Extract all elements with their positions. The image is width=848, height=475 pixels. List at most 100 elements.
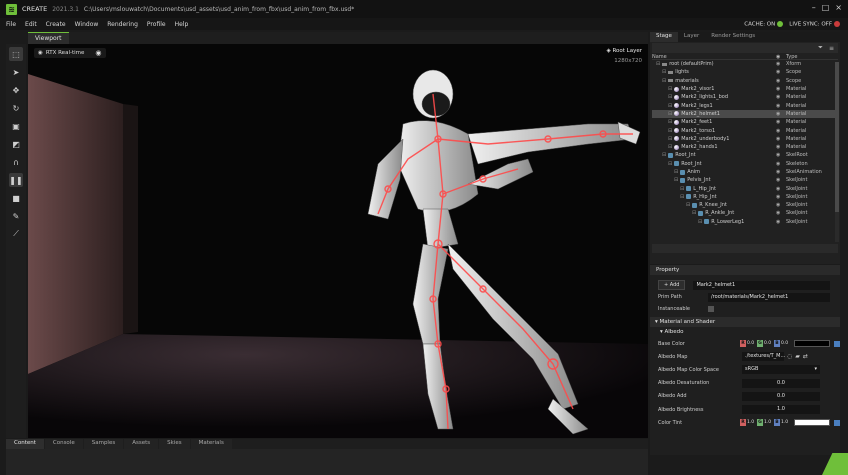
tab-console[interactable]: Console (44, 439, 83, 449)
menu-rendering[interactable]: Rendering (107, 21, 138, 28)
refresh-icon[interactable]: ⇄ (803, 353, 808, 360)
albedo-subsection-header[interactable]: ▾ Albedo (650, 327, 840, 337)
channel-g-value[interactable]: 0.0 (764, 341, 773, 346)
visibility-eye-icon[interactable]: ◉ (776, 161, 786, 167)
instanceable-checkbox[interactable] (708, 306, 714, 312)
expand-icon[interactable]: ⊟ (668, 136, 672, 142)
stage-tree-row[interactable]: ⊟ root (defaultPrim) ◉ Xform (652, 60, 838, 68)
expand-icon[interactable]: ⊟ (680, 194, 684, 200)
expand-icon[interactable]: ⊟ (698, 219, 702, 225)
tab-stage[interactable]: Stage (650, 32, 678, 42)
stage-tree-row[interactable]: ⊟ materials ◉ Scope (652, 77, 838, 85)
stage-tree-row[interactable]: ⊟ Mark2_helmet1 ◉ Material (652, 109, 838, 119)
expand-icon[interactable]: ⊟ (680, 186, 684, 192)
eye-icon[interactable]: ◉ (95, 49, 101, 57)
stage-search-bar[interactable]: ⏷ ≡ (652, 43, 838, 53)
prim-name-field[interactable]: Mark2_helmet1 (693, 280, 830, 290)
color-space-dropdown[interactable]: sRGB ▾ (742, 365, 820, 375)
visibility-eye-icon[interactable]: ◉ (776, 136, 786, 142)
select-mode-icon[interactable]: ⬚ (9, 47, 23, 61)
number-field[interactable]: 0.0 (742, 391, 820, 401)
menu-edit[interactable]: Edit (25, 21, 37, 28)
visibility-eye-icon[interactable]: ◉ (776, 210, 786, 216)
pause-icon[interactable]: ❚❚ (9, 173, 23, 187)
visibility-eye-icon[interactable]: ◉ (776, 128, 786, 134)
visibility-eye-icon[interactable]: ◉ (776, 94, 786, 100)
tab-skies[interactable]: Skies (159, 439, 190, 449)
tab-content[interactable]: Content (6, 439, 44, 449)
stage-tree-row[interactable]: ⊟ Mark2_torso1 ◉ Material (652, 126, 838, 134)
visibility-eye-icon[interactable]: ◉ (776, 202, 786, 208)
expand-icon[interactable]: ⊟ (668, 86, 672, 92)
expand-icon[interactable]: ⊟ (662, 152, 666, 158)
expand-icon[interactable]: ⊟ (686, 202, 690, 208)
move-icon[interactable]: ✥ (9, 83, 23, 97)
color-swatch[interactable] (794, 419, 830, 427)
tab-materials[interactable]: Materials (190, 439, 232, 449)
expand-icon[interactable]: ⊟ (674, 177, 678, 183)
rotate-icon[interactable]: ↻ (9, 101, 23, 115)
menu-window[interactable]: Window (75, 21, 99, 28)
tab-layer[interactable]: Layer (678, 32, 705, 42)
stage-tree-row[interactable]: ⊟ Root_Jnt ◉ SkelRoot (652, 151, 838, 159)
type-column-header[interactable]: Type (786, 54, 797, 60)
cache-status[interactable]: CACHE: ON (744, 20, 784, 27)
channel-g-value[interactable]: 1.0 (764, 420, 773, 425)
visibility-eye-icon[interactable]: ◉ (776, 219, 786, 225)
stage-tree-row[interactable]: ⊟ R_Ankle_Jnt ◉ SkelJoint (652, 209, 838, 217)
expand-icon[interactable]: ⊟ (668, 103, 672, 109)
expand-icon[interactable]: ⊟ (674, 169, 678, 175)
animate-key-icon[interactable] (834, 419, 840, 426)
stage-tree-row[interactable]: ⊟ L_Hip_Jnt ◉ SkelJoint (652, 184, 838, 192)
color-field[interactable]: R 1.0 G 1.0 B 1.0 (740, 419, 840, 427)
tab-render-settings[interactable]: Render Settings (705, 32, 761, 42)
menu-help[interactable]: Help (175, 21, 189, 28)
filter-icon[interactable]: ⏷ (818, 44, 823, 52)
stage-tree-row[interactable]: ⊟ Pelvis_Jnt ◉ SkelJoint (652, 176, 838, 184)
tab-samples[interactable]: Samples (83, 439, 124, 449)
close-icon[interactable]: × (835, 3, 842, 12)
visibility-eye-icon[interactable]: ◉ (776, 78, 786, 84)
stage-tree-row[interactable]: ⊟ Root_Jnt ◉ Skeleton (652, 160, 838, 168)
animate-key-icon[interactable] (834, 340, 840, 347)
livesync-status[interactable]: LIVE SYNC: OFF (789, 20, 840, 27)
color-field[interactable]: R 0.0 G 0.0 B 0.0 (740, 340, 840, 348)
add-button[interactable]: + Add (658, 280, 686, 290)
expand-icon[interactable]: ⊟ (668, 144, 672, 150)
stage-tree-row[interactable]: ⊟ Mark2_underbody1 ◉ Material (652, 135, 838, 143)
stage-tree-row[interactable]: ⊟ Mark2_legs1 ◉ Material (652, 101, 838, 109)
number-field[interactable]: 0.0 (742, 378, 820, 388)
visibility-eye-icon[interactable]: ◉ (776, 152, 786, 158)
maximize-icon[interactable]: □ (822, 3, 830, 12)
color-swatch[interactable] (794, 340, 830, 348)
select-arrow-icon[interactable]: ➤ (9, 65, 23, 79)
menu-profile[interactable]: Profile (147, 21, 166, 28)
number-field[interactable]: 1.0 (742, 405, 820, 415)
expand-icon[interactable]: ⊟ (668, 94, 672, 100)
stage-tree-row[interactable]: ⊟ R_Knee_Jnt ◉ SkelJoint (652, 201, 838, 209)
channel-r-value[interactable]: 0.0 (747, 341, 756, 346)
expand-icon[interactable]: ⊟ (662, 78, 666, 84)
channel-b-value[interactable]: 1.0 (781, 420, 790, 425)
expand-icon[interactable]: ⊟ (668, 128, 672, 134)
root-layer-indicator[interactable]: ◈ Root Layer (606, 48, 642, 54)
stage-tree-row[interactable]: ⊟ R_LowerLeg1 ◉ SkelJoint (652, 218, 838, 226)
stage-tree-row[interactable]: ⊟ R_Hip_Jnt ◉ SkelJoint (652, 193, 838, 201)
expand-icon[interactable]: ⊟ (668, 161, 672, 167)
render-mode-dropdown[interactable]: ◉ RTX Real-time ◉ (34, 48, 106, 58)
visibility-eye-icon[interactable]: ◉ (776, 144, 786, 150)
reset-icon[interactable]: ◌ (787, 353, 792, 360)
visibility-eye-icon[interactable]: ◉ (776, 61, 786, 67)
viewport[interactable]: ◉ RTX Real-time ◉ ◈ Root Layer 1280x720 (28, 44, 648, 438)
stage-tree-row[interactable]: ⊟ Anim ◉ SkelAnimation (652, 168, 838, 176)
name-column-header[interactable]: Name (652, 54, 776, 60)
visibility-eye-icon[interactable]: ◉ (776, 177, 786, 183)
options-icon[interactable]: ≡ (829, 45, 834, 52)
visibility-eye-icon[interactable]: ◉ (776, 69, 786, 75)
expand-icon[interactable]: ⊟ (692, 210, 696, 216)
stage-tree-row[interactable]: ⊟ Mark2_feet1 ◉ Material (652, 118, 838, 126)
expand-icon[interactable]: ⊟ (656, 61, 660, 67)
channel-r-value[interactable]: 1.0 (747, 420, 756, 425)
stage-tree-row[interactable]: ⊟ lights ◉ Scope (652, 68, 838, 76)
stop-icon[interactable]: ■ (9, 191, 23, 205)
